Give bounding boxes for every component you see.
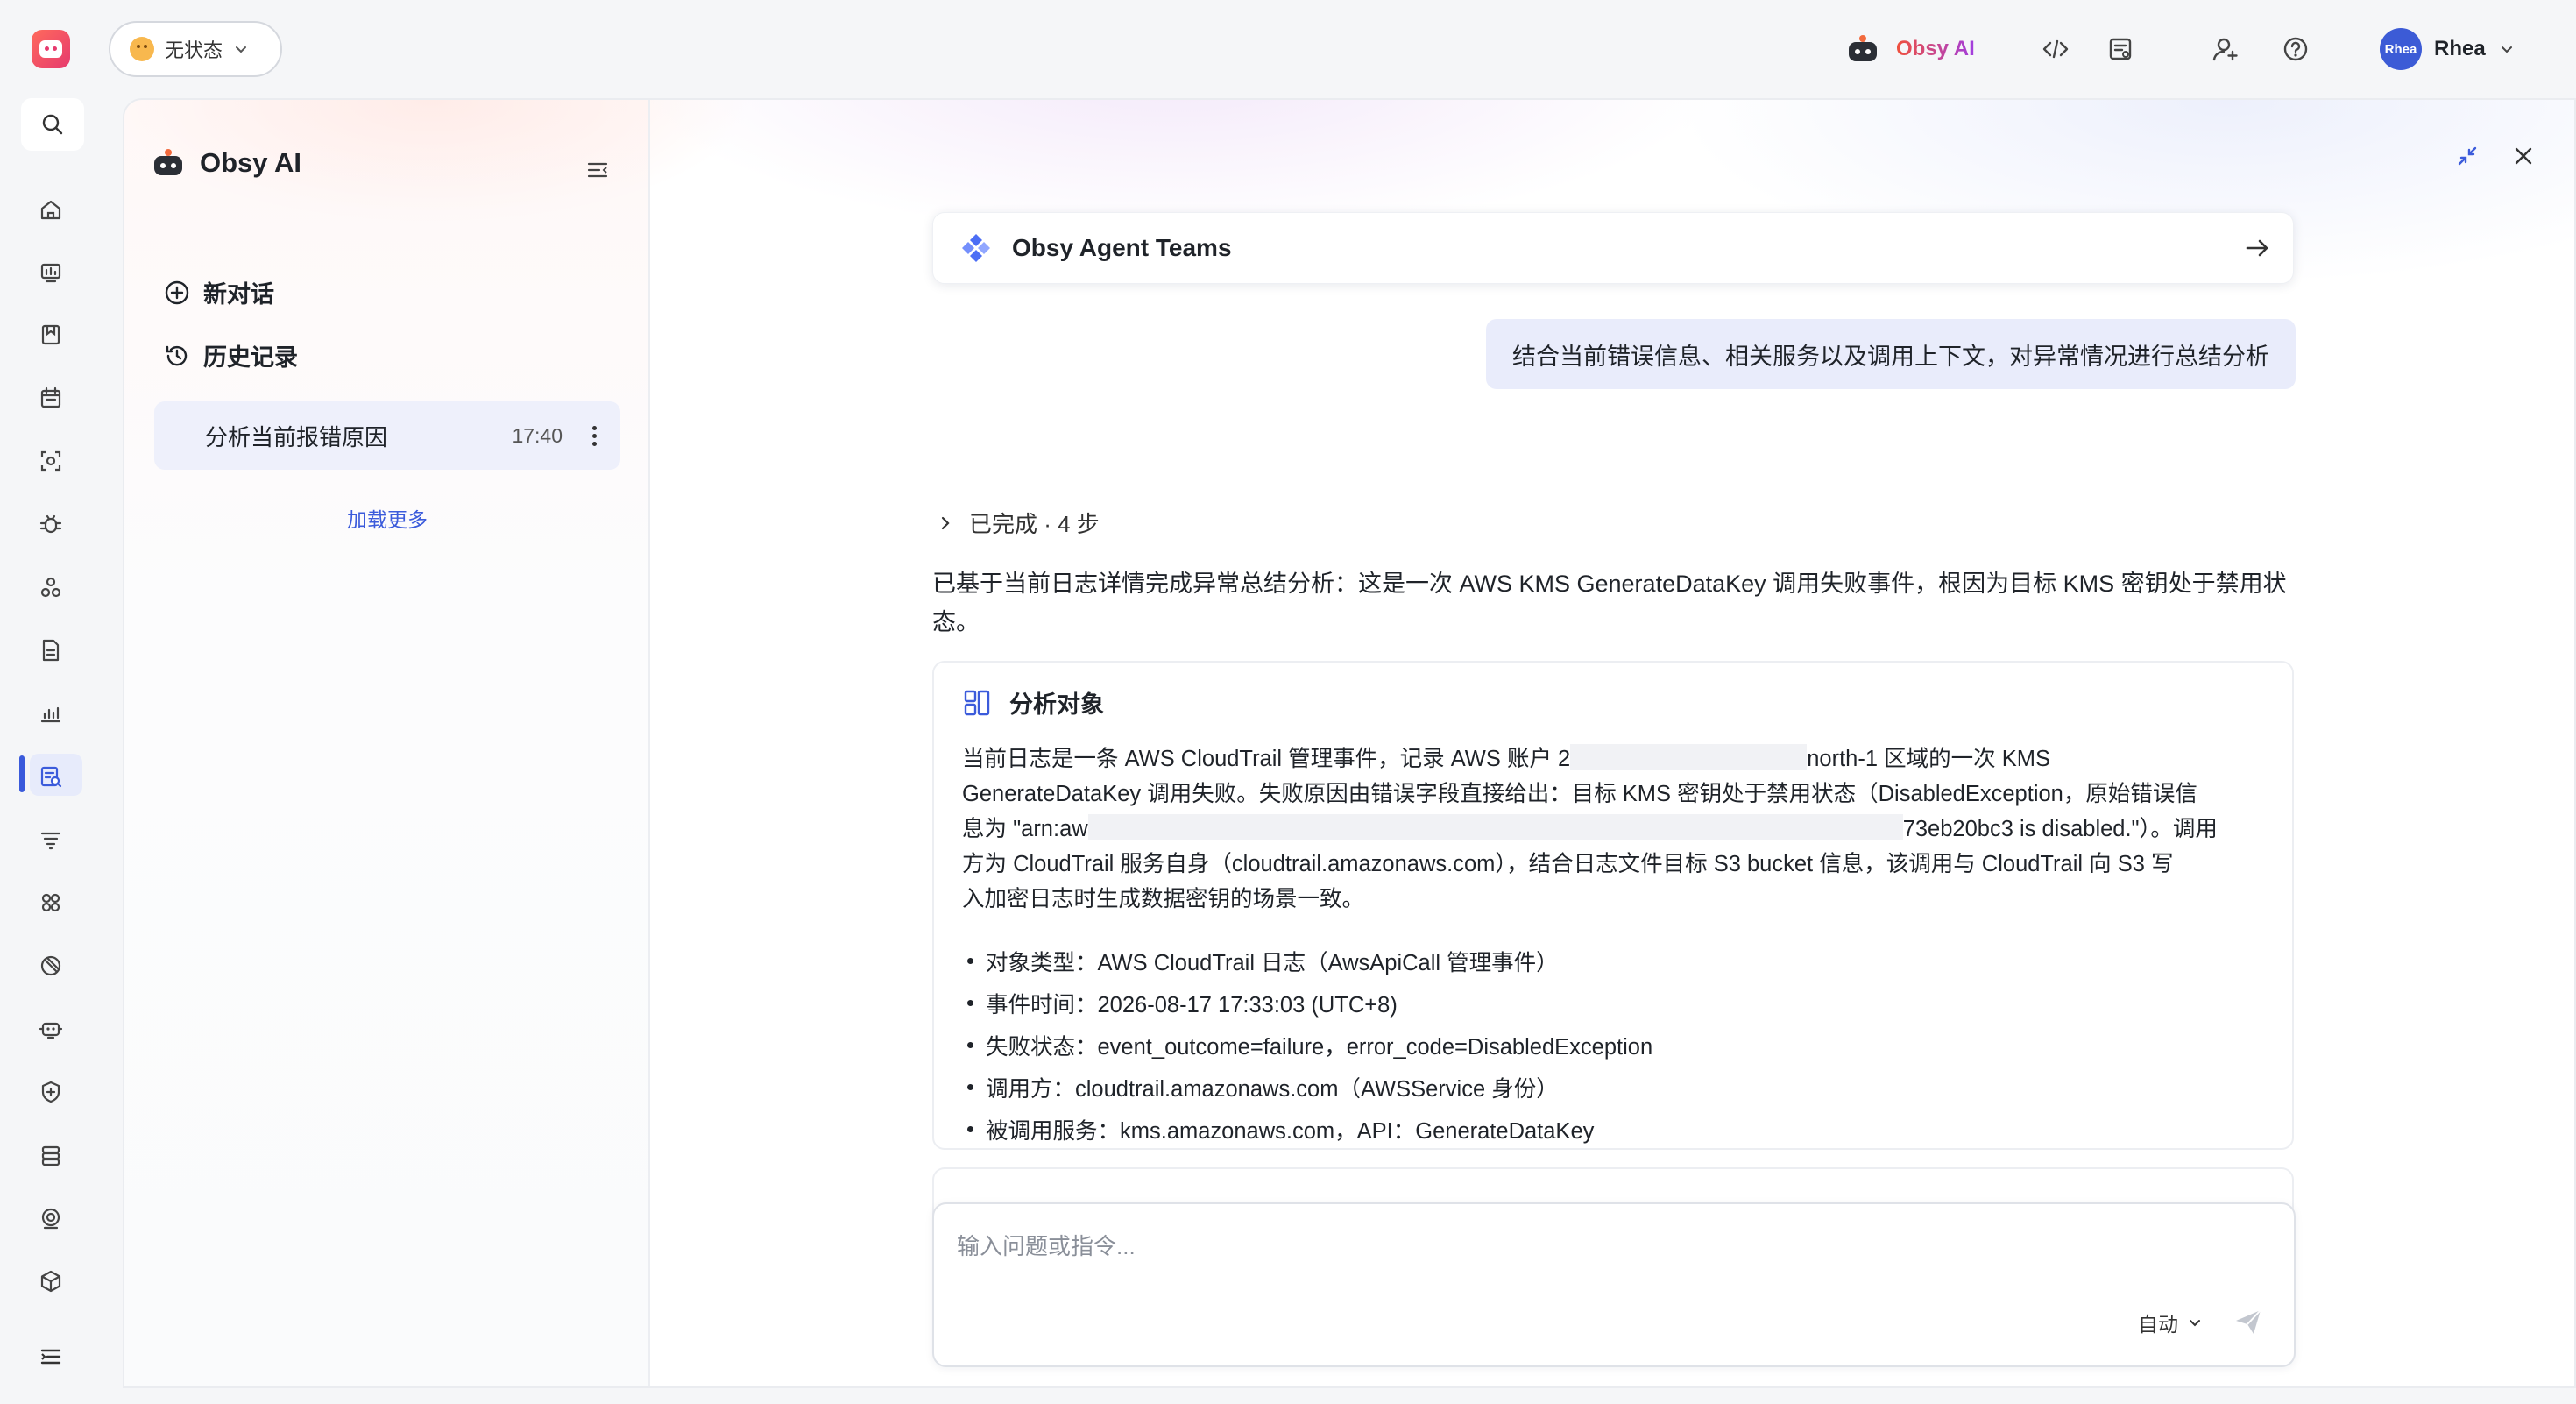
load-more-link[interactable]: 加载更多 — [124, 503, 650, 533]
history-icon — [166, 345, 188, 365]
blocked-icon[interactable] — [30, 945, 72, 987]
sidebar-title: Obsy AI — [152, 147, 301, 179]
analytics-icon[interactable] — [30, 692, 72, 734]
dashboard-icon[interactable] — [30, 252, 72, 294]
robot-icon — [1847, 35, 1879, 63]
search-icon — [42, 114, 63, 135]
chat-area: Obsy Agent Teams 结合当前错误信息、相关服务以及调用上下文，对异… — [932, 100, 2296, 1386]
more-options-icon[interactable] — [585, 424, 603, 449]
user-menu[interactable]: Rhea Rhea — [2380, 25, 2516, 74]
arrow-right-icon — [2246, 239, 2268, 257]
status-emoji-icon — [130, 37, 154, 61]
status-selector[interactable]: 无状态 — [109, 21, 282, 77]
history-button[interactable]: 历史记录 — [163, 338, 298, 372]
avatar: Rhea — [2380, 28, 2422, 70]
chevron-down-icon — [236, 46, 247, 53]
analysis-header: 分析对象 — [962, 685, 1104, 720]
agent-teams-icon — [962, 234, 990, 262]
status-label: 无状态 — [165, 39, 223, 61]
brand-label: Obsy AI — [1896, 37, 1975, 60]
redacted-text — [1570, 744, 1808, 770]
history-item[interactable]: 分析当前报错原因 17:40 — [154, 401, 620, 470]
mode-select[interactable]: 自动 — [2138, 1308, 2203, 1337]
history-item-time: 17:40 — [512, 423, 563, 447]
chat-input[interactable] — [957, 1229, 2254, 1264]
report-icon[interactable] — [2103, 32, 2138, 67]
composer: 自动 — [932, 1202, 2296, 1367]
send-icon — [2236, 1309, 2261, 1334]
close-icon[interactable] — [2504, 137, 2543, 175]
bookmark-icon[interactable] — [30, 314, 72, 356]
collapse-sidebar-icon[interactable] — [580, 152, 615, 188]
database-icon[interactable] — [30, 1134, 72, 1176]
chevron-down-icon — [2501, 46, 2512, 53]
nodes-icon[interactable] — [30, 566, 72, 608]
user-message: 结合当前错误信息、相关服务以及调用上下文，对异常情况进行总结分析 — [1486, 319, 2296, 389]
help-icon[interactable] — [2278, 32, 2313, 67]
analysis-bullets: 对象类型：AWS CloudTrail 日志（AwsApiCall 管理事件） … — [962, 940, 2276, 1150]
steps-toggle[interactable]: 已完成 · 4 步 — [938, 507, 1100, 539]
analysis-card: 分析对象 当前日志是一条 AWS CloudTrail 管理事件，记录 AWS … — [932, 661, 2294, 1150]
camera-icon[interactable] — [30, 1197, 72, 1239]
agent-card-title: Obsy Agent Teams — [1012, 234, 1232, 261]
answer-intro: 已基于当前日志详情完成异常总结分析：这是一次 AWS KMS GenerateD… — [932, 571, 2287, 635]
conversation-sidebar: Obsy AI 新对话 历史记录 分析当前报错原因 17:40 加载更多 — [124, 100, 650, 1386]
rail-active-indicator — [19, 755, 25, 792]
mode-label: 自动 — [2138, 1313, 2178, 1336]
chevron-down-icon — [2190, 1320, 2200, 1327]
list-item: 调用方：cloudtrail.amazonaws.com（AWSService … — [962, 1066, 2276, 1108]
layout-icon — [964, 690, 990, 715]
analysis-title: 分析对象 — [1009, 691, 1104, 718]
nav-rail — [0, 98, 102, 1404]
expand-menu-icon[interactable] — [30, 1336, 72, 1378]
ai-panel: Obsy AI 新对话 历史记录 分析当前报错原因 17:40 加载更多 Obs… — [123, 98, 2576, 1388]
redacted-text — [1087, 814, 1903, 840]
robot-nav-icon[interactable] — [30, 1008, 72, 1050]
list-item: 对象类型：AWS CloudTrail 日志（AwsApiCall 管理事件） — [962, 940, 2276, 982]
new-chat-button[interactable]: 新对话 — [163, 275, 274, 309]
obsy-ai-button[interactable]: Obsy AI — [1847, 25, 1975, 74]
log-search-icon[interactable] — [30, 755, 72, 798]
robot-icon — [152, 149, 184, 177]
analysis-paragraph: 当前日志是一条 AWS CloudTrail 管理事件，记录 AWS 账户 2n… — [962, 741, 2276, 917]
history-item-title: 分析当前报错原因 — [205, 423, 388, 450]
apps-icon[interactable] — [30, 882, 72, 924]
top-bar: 无状态 Obsy AI Rhea Rhea — [0, 0, 2576, 98]
steps-label: 已完成 · 4 步 — [969, 511, 1100, 537]
home-icon[interactable] — [30, 188, 72, 230]
list-item: 被调用服务：kms.amazonaws.com，API：GenerateData… — [962, 1108, 2276, 1150]
minimize-icon[interactable] — [2448, 137, 2487, 175]
filter-list-icon[interactable] — [30, 819, 72, 861]
scan-icon[interactable] — [30, 440, 72, 482]
chevron-right-icon — [941, 516, 950, 529]
send-button[interactable] — [2229, 1302, 2268, 1341]
list-item: 失败状态：event_outcome=failure，error_code=Di… — [962, 1024, 2276, 1066]
list-item: 事件时间：2026-08-17 17:33:03 (UTC+8) — [962, 982, 2276, 1024]
cube-icon[interactable] — [30, 1260, 72, 1302]
calendar-icon[interactable] — [30, 377, 72, 419]
add-user-icon[interactable] — [2208, 32, 2243, 67]
bug-icon[interactable] — [30, 503, 72, 545]
plus-circle-icon — [165, 280, 189, 304]
code-icon[interactable] — [2038, 32, 2073, 67]
search-button[interactable] — [21, 98, 84, 151]
document-icon[interactable] — [30, 629, 72, 671]
agent-teams-card[interactable]: Obsy Agent Teams — [932, 212, 2294, 284]
user-name: Rhea — [2434, 37, 2486, 60]
app-logo[interactable] — [32, 30, 70, 68]
shield-icon[interactable] — [30, 1071, 72, 1113]
